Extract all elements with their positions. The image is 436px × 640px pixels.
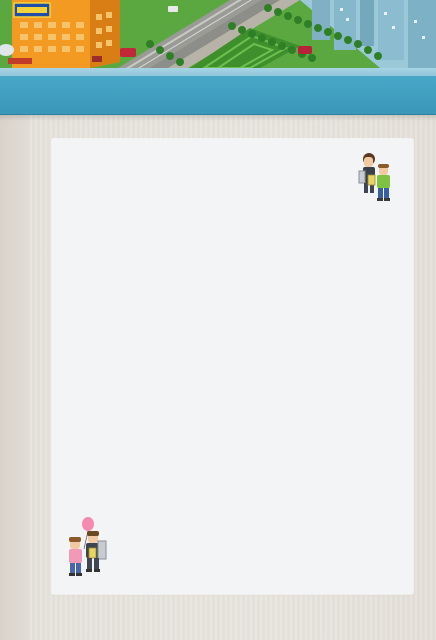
content-panel [52, 139, 413, 594]
nav-top-strip [0, 68, 436, 76]
hotel-city-illustration [0, 0, 436, 68]
main-navigation-bar [0, 76, 436, 115]
header-banner [0, 0, 436, 68]
avatar-pair-top-right-icon [355, 153, 399, 205]
nav-shadow [0, 115, 436, 121]
left-rail [0, 115, 30, 640]
avatar-pair-balloon-bottom-left-icon [66, 515, 112, 579]
